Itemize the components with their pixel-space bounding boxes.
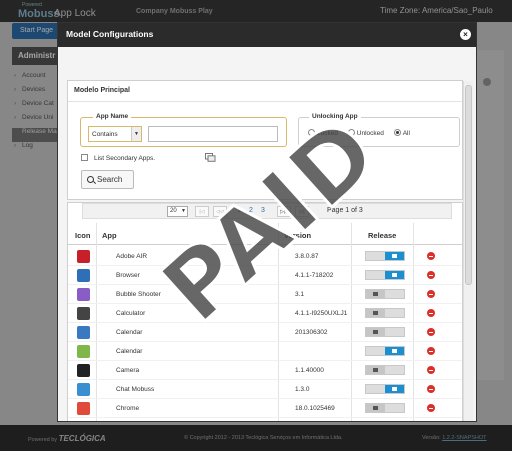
search-button[interactable]: Search bbox=[81, 170, 134, 189]
release-toggle[interactable] bbox=[365, 384, 405, 394]
search-icon bbox=[87, 176, 94, 183]
calendar-icon bbox=[77, 326, 90, 339]
page-size-value: 20 bbox=[170, 208, 177, 214]
unlock-icon bbox=[392, 254, 397, 258]
unlock-icon bbox=[392, 273, 397, 277]
toggle-knob[interactable] bbox=[366, 290, 385, 298]
adobe-air-icon bbox=[77, 250, 90, 263]
remove-icon[interactable] bbox=[427, 290, 435, 298]
copy-icon[interactable] bbox=[205, 153, 216, 162]
toggle-knob[interactable] bbox=[385, 252, 404, 260]
lock-icon bbox=[373, 292, 378, 296]
toggle-knob[interactable] bbox=[385, 347, 404, 355]
app-name-cell: Calculator bbox=[116, 310, 146, 317]
app-version-cell: 4.1.1-I9250UXLJ1 bbox=[295, 310, 348, 317]
app-name-cell: Bubble Shooter bbox=[116, 291, 161, 298]
column-header-icon[interactable]: Icon bbox=[75, 231, 90, 240]
toggle-knob[interactable] bbox=[366, 366, 385, 374]
release-toggle[interactable] bbox=[365, 251, 405, 261]
match-mode-value: Contains bbox=[92, 131, 118, 138]
toggle-knob[interactable] bbox=[385, 385, 404, 393]
remove-icon[interactable] bbox=[427, 271, 435, 279]
release-toggle[interactable] bbox=[365, 346, 405, 356]
app-name-cell: Browser bbox=[116, 272, 140, 279]
search-button-label: Search bbox=[97, 175, 123, 184]
app-name-cell: Calendar bbox=[116, 348, 143, 355]
table-row[interactable]: Clock2.0.3 bbox=[68, 418, 462, 421]
unlock-icon bbox=[392, 387, 397, 391]
toggle-knob[interactable] bbox=[385, 271, 404, 279]
browser-icon bbox=[77, 269, 90, 282]
app-name-cell: Camera bbox=[116, 367, 140, 374]
remove-icon[interactable] bbox=[427, 252, 435, 260]
chevron-down-icon[interactable]: ▼ bbox=[131, 127, 141, 141]
dialog-scrollbar[interactable] bbox=[463, 81, 473, 421]
table-row[interactable]: Calendar bbox=[68, 342, 462, 361]
app-name-cell: Chrome bbox=[116, 405, 140, 412]
list-secondary-checkbox[interactable] bbox=[81, 154, 88, 161]
dialog-title: Model Configurations bbox=[66, 29, 154, 39]
radio-all-label: All bbox=[402, 130, 410, 137]
app-version-cell: 3.1 bbox=[295, 291, 305, 298]
table-row[interactable]: Camera 1.1.40000 bbox=[68, 361, 462, 380]
remove-icon[interactable] bbox=[427, 366, 435, 374]
dialog-header: Model Configurations × bbox=[58, 23, 476, 47]
lock-icon bbox=[373, 406, 378, 410]
toggle-knob[interactable] bbox=[366, 404, 385, 412]
list-secondary-label: List Secondary Apps. bbox=[94, 155, 156, 162]
chrome-icon bbox=[77, 402, 90, 415]
lock-icon bbox=[373, 330, 378, 334]
app-name-fieldset: App Name Contains ▼ bbox=[80, 113, 287, 147]
calculator-icon bbox=[77, 307, 90, 320]
column-header-app[interactable]: App bbox=[102, 231, 117, 240]
remove-icon[interactable] bbox=[427, 385, 435, 393]
app-version-cell: 1.1.40000 bbox=[295, 367, 324, 374]
lock-icon bbox=[373, 311, 378, 315]
app-version-cell: 1.3.0 bbox=[295, 386, 310, 393]
table-row[interactable]: Chrome 18.0.1025469 bbox=[68, 399, 462, 418]
app-version-cell: 18.0.1025469 bbox=[295, 405, 335, 412]
camera-icon bbox=[77, 364, 90, 377]
section-title: Modelo Principal bbox=[74, 87, 131, 94]
toggle-knob[interactable] bbox=[366, 328, 385, 336]
close-icon[interactable]: × bbox=[460, 29, 471, 40]
bubble-shooter-icon bbox=[77, 288, 90, 301]
unlock-icon bbox=[392, 349, 397, 353]
chevron-down-icon: ▼ bbox=[181, 208, 186, 214]
section-divider bbox=[68, 101, 462, 102]
table-row[interactable]: Chat Mobuss 1.3.0 bbox=[68, 380, 462, 399]
list-secondary-row: List Secondary Apps. bbox=[81, 153, 216, 162]
release-toggle[interactable] bbox=[365, 365, 405, 375]
calendar-icon bbox=[77, 345, 90, 358]
app-name-input[interactable] bbox=[148, 126, 278, 142]
release-toggle[interactable] bbox=[365, 403, 405, 413]
scrollbar-thumb[interactable] bbox=[465, 85, 472, 285]
remove-icon[interactable] bbox=[427, 347, 435, 355]
release-toggle[interactable] bbox=[365, 327, 405, 337]
release-toggle[interactable] bbox=[365, 289, 405, 299]
release-toggle[interactable] bbox=[365, 308, 405, 318]
radio-all[interactable] bbox=[393, 129, 401, 136]
remove-icon[interactable] bbox=[427, 328, 435, 336]
remove-icon[interactable] bbox=[427, 404, 435, 412]
match-mode-select[interactable]: Contains ▼ bbox=[88, 126, 142, 142]
remove-icon[interactable] bbox=[427, 309, 435, 317]
app-name-cell: Chat Mobuss bbox=[116, 386, 155, 393]
app-name-legend: App Name bbox=[93, 113, 132, 120]
app-version-cell: 201306302 bbox=[295, 329, 328, 336]
release-toggle[interactable] bbox=[365, 270, 405, 280]
lock-icon bbox=[373, 368, 378, 372]
chat-mobuss-icon bbox=[77, 383, 90, 396]
column-header-release[interactable]: Release bbox=[368, 231, 396, 240]
toggle-knob[interactable] bbox=[366, 309, 385, 317]
table-row[interactable]: Calculator 4.1.1-I9250UXLJ1 bbox=[68, 304, 462, 323]
table-row[interactable]: Calendar 201306302 bbox=[68, 323, 462, 342]
app-name-cell: Calendar bbox=[116, 329, 143, 336]
